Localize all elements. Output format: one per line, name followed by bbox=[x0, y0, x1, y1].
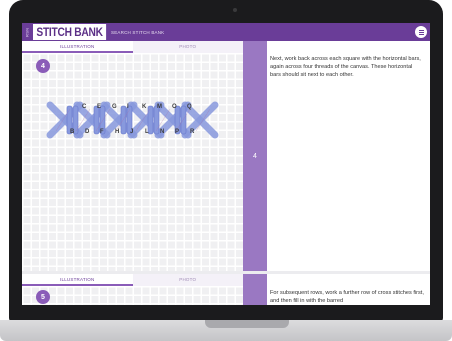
step-description: Next, work back across each square with … bbox=[270, 56, 421, 79]
stitch-letter-top: C bbox=[82, 104, 87, 110]
laptop-notch bbox=[205, 320, 289, 328]
stitch-letter-top: I bbox=[127, 104, 129, 110]
brand-vertical-label: RSN bbox=[24, 27, 30, 37]
stitch-letter-top: E bbox=[97, 104, 102, 110]
hamburger-icon bbox=[418, 29, 424, 31]
stitch-letter-top: G bbox=[112, 104, 117, 110]
tab-photo[interactable]: PHOTO bbox=[132, 41, 243, 53]
step-number-badge: 5 bbox=[36, 290, 50, 304]
stitch-letter-bottom: B bbox=[70, 129, 75, 135]
stitch-letter-top: O bbox=[172, 104, 177, 110]
stitch-letter-bottom: L bbox=[145, 129, 149, 135]
bar-stitch bbox=[180, 105, 187, 135]
step-number-badge: 4 bbox=[36, 59, 50, 73]
camera-icon bbox=[233, 8, 237, 12]
stitch-letter-top: K bbox=[142, 104, 147, 110]
stitch-letter-bottom: N bbox=[160, 129, 165, 135]
bar-stitch bbox=[93, 105, 100, 135]
app-header: RSN STITCH BANK SEARCH STITCH BANK bbox=[22, 23, 430, 41]
stitch-letter-bottom: J bbox=[130, 129, 134, 135]
step-panel: ILLUSTRATION PHOTO 5 For subsequent rows… bbox=[22, 274, 430, 305]
step-panel: ILLUSTRATION PHOTO CEGIKMOQ BDFHJLNPR 4 … bbox=[22, 41, 430, 271]
stitch-diagram bbox=[46, 101, 219, 139]
brand-logo[interactable]: STITCH BANK bbox=[33, 24, 107, 40]
stitch-illustration: C E G I K M O Q B D F H J L N P R 4 bbox=[22, 53, 243, 271]
bar-stitch bbox=[120, 105, 127, 135]
tab-illustration[interactable]: ILLUSTRATION bbox=[22, 41, 133, 53]
stitch-illustration: 5 bbox=[22, 286, 243, 305]
view-tabs: ILLUSTRATION PHOTO bbox=[22, 41, 243, 53]
stitch-letter-top: M bbox=[157, 104, 162, 110]
screen: RSN STITCH BANK SEARCH STITCH BANK ILLUS… bbox=[22, 23, 430, 305]
stitch-letter-bottom: H bbox=[115, 129, 120, 135]
tab-photo[interactable]: PHOTO bbox=[132, 274, 243, 286]
stitch-letter-top: Q bbox=[187, 104, 192, 110]
step-description: For subsequent rows, work a further row … bbox=[270, 290, 424, 305]
stitch-letter-bottom: R bbox=[190, 129, 195, 135]
tab-illustration[interactable]: ILLUSTRATION bbox=[22, 274, 133, 286]
view-tabs: ILLUSTRATION PHOTO bbox=[22, 274, 243, 286]
search-link[interactable]: SEARCH STITCH BANK bbox=[111, 30, 164, 35]
bar-stitch bbox=[153, 105, 160, 135]
menu-button[interactable] bbox=[415, 26, 427, 38]
step-side-strip bbox=[243, 274, 267, 305]
step-side-strip: 4 bbox=[243, 41, 267, 271]
thread-lines bbox=[55, 108, 211, 132]
stitch-letter-bottom: F bbox=[100, 129, 104, 135]
stitch-letter-bottom: P bbox=[175, 129, 180, 135]
stitch-letter-bottom: D bbox=[85, 129, 90, 135]
step-side-label: 4 bbox=[253, 152, 257, 160]
